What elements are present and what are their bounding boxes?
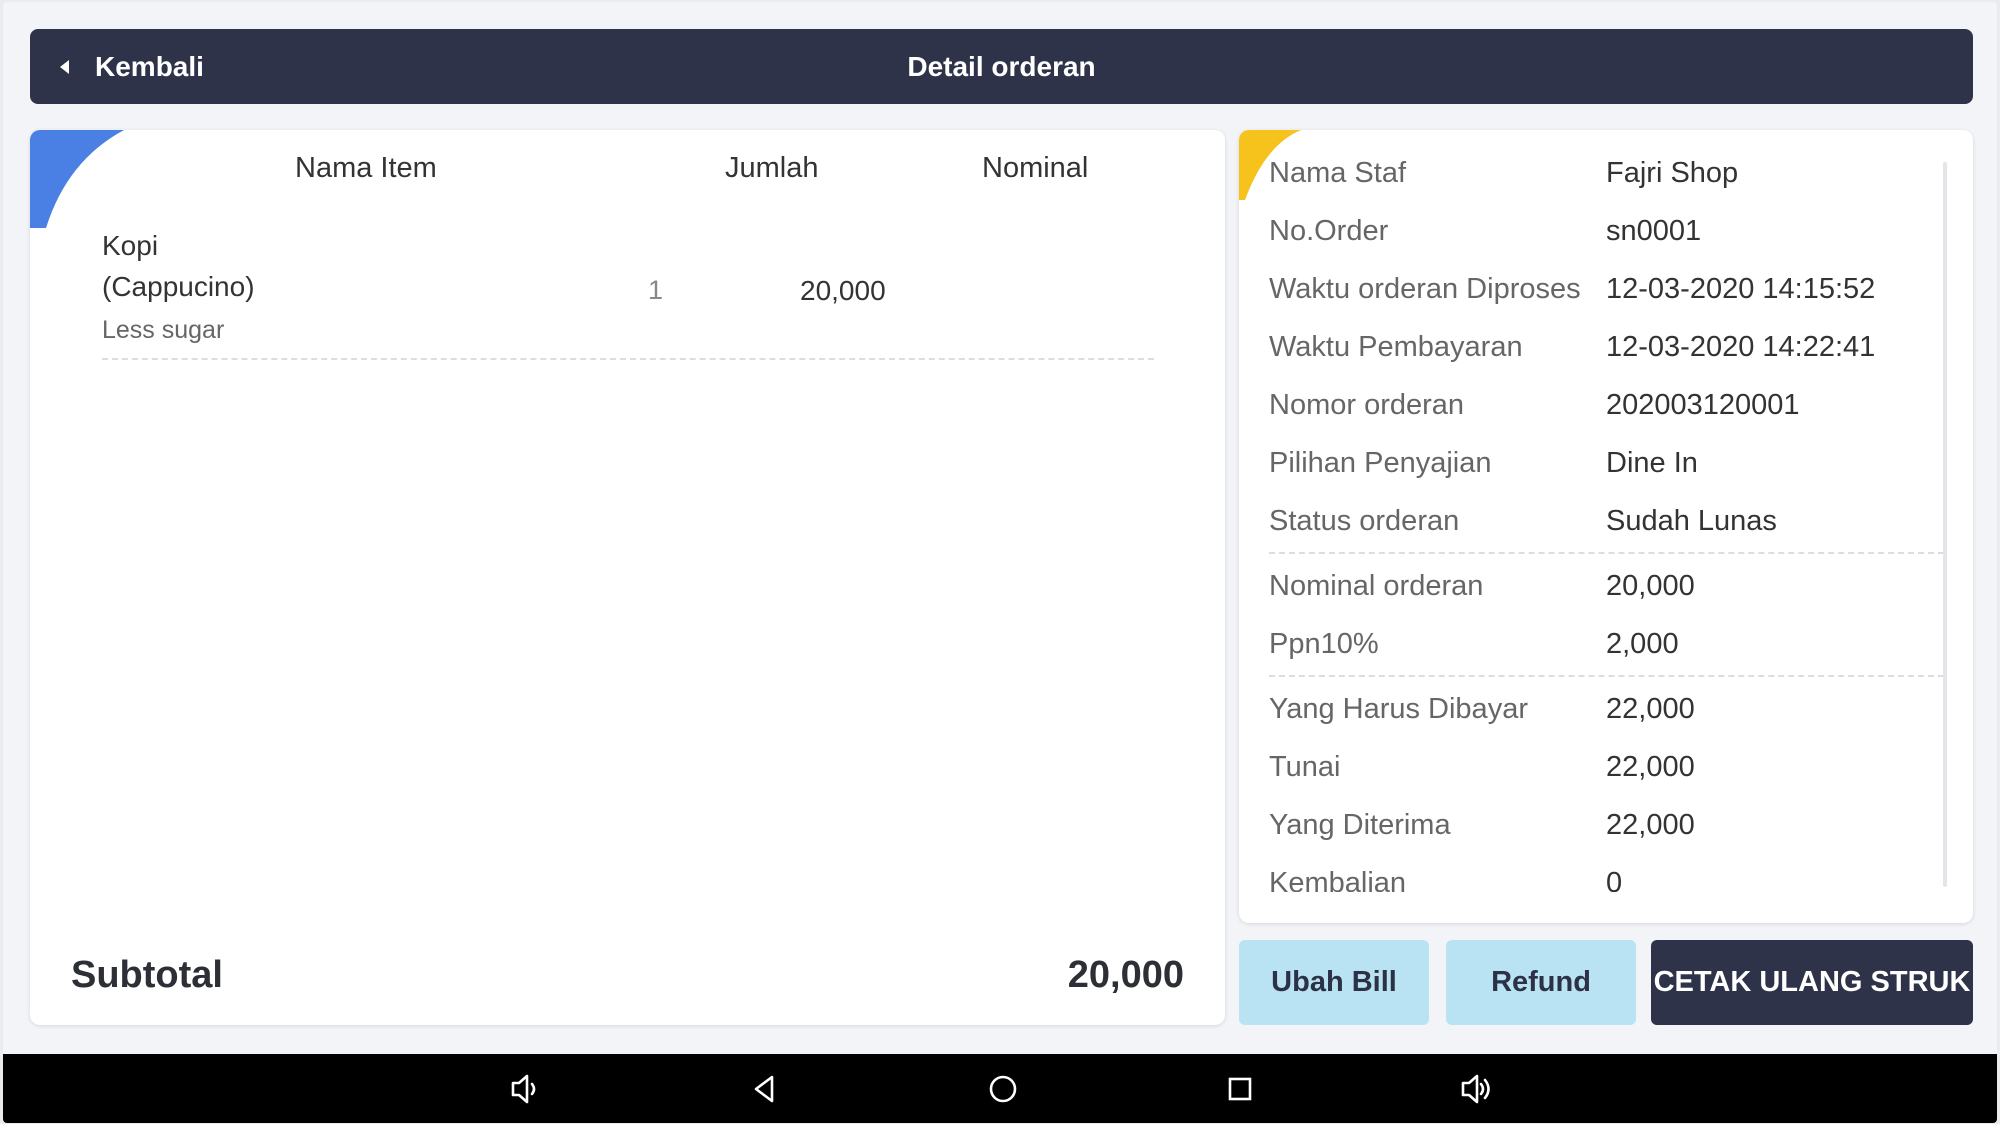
app-screen: Kembali Detail orderan Nama Item Jumlah … xyxy=(3,2,1997,1123)
info-key: Yang Diterima xyxy=(1269,809,1451,841)
order-item-row[interactable]: Kopi (Cappucino) Less sugar 1 20,000 xyxy=(102,225,1154,360)
info-key: Nominal orderan xyxy=(1269,570,1484,602)
back-icon[interactable] xyxy=(748,1071,784,1107)
info-value: 12-03-2020 14:15:52 xyxy=(1606,273,1876,305)
info-row-order-amount: Nominal orderan 20,000 xyxy=(1269,557,1944,615)
recents-icon[interactable] xyxy=(1222,1071,1258,1107)
edit-bill-button[interactable]: Ubah Bill xyxy=(1239,940,1429,1025)
info-key: Kembalian xyxy=(1269,867,1407,892)
order-items-card: Nama Item Jumlah Nominal Kopi (Cappucino… xyxy=(30,130,1225,1025)
info-key: Waktu Pembayaran xyxy=(1269,331,1523,363)
home-icon[interactable] xyxy=(985,1071,1021,1107)
info-row-received: Yang Diterima 22,000 xyxy=(1269,796,1944,854)
info-row-tax: Ppn10% 2,000 xyxy=(1269,615,1944,673)
info-value: 0 xyxy=(1606,867,1623,892)
info-value: Fajri Shop xyxy=(1606,157,1739,189)
info-value: 202003120001 xyxy=(1606,389,1800,421)
info-key: Tunai xyxy=(1269,751,1341,783)
item-note: Less sugar xyxy=(102,316,225,344)
info-value: sn0001 xyxy=(1606,215,1702,247)
info-value: 22,000 xyxy=(1606,809,1695,841)
divider xyxy=(1269,675,1944,677)
info-key: Status orderan xyxy=(1269,505,1460,537)
top-bar: Kembali Detail orderan xyxy=(30,29,1973,104)
page-title: Detail orderan xyxy=(907,51,1096,82)
info-row-amount-due: Yang Harus Dibayar 22,000 xyxy=(1269,680,1944,738)
volume-up-icon[interactable] xyxy=(1459,1071,1495,1107)
info-row-change: Kembalian 0 xyxy=(1269,854,1944,892)
info-value: 2,000 xyxy=(1606,628,1679,660)
divider xyxy=(1269,552,1944,554)
info-row-serving-option: Pilihan Penyajian Dine In xyxy=(1269,434,1944,492)
info-value: Dine In xyxy=(1606,447,1698,479)
info-row-order-number: Nomor orderan 202003120001 xyxy=(1269,376,1944,434)
column-header-quantity: Jumlah xyxy=(725,152,819,184)
column-header-item-name: Nama Item xyxy=(295,152,437,184)
info-value: 22,000 xyxy=(1606,693,1695,725)
item-quantity: 1 xyxy=(648,275,664,305)
info-row-payment-time: Waktu Pembayaran 12-03-2020 14:22:41 xyxy=(1269,318,1944,376)
info-key: Nama Staf xyxy=(1269,157,1406,189)
item-nominal: 20,000 xyxy=(800,275,886,306)
android-nav-bar xyxy=(3,1054,1997,1123)
info-row-staff: Nama Staf Fajri Shop xyxy=(1269,144,1944,202)
item-name: Kopi (Cappucino) xyxy=(102,230,255,302)
subtotal-label: Subtotal xyxy=(71,954,223,996)
info-row-order-status: Status orderan Sudah Lunas xyxy=(1269,492,1944,550)
corner-decoration-blue xyxy=(30,130,125,228)
info-key: Nomor orderan xyxy=(1269,389,1465,421)
info-row-process-time: Waktu orderan Diproses 12-03-2020 14:15:… xyxy=(1269,260,1944,318)
info-row-cash: Tunai 22,000 xyxy=(1269,738,1944,796)
info-key: Waktu orderan Diproses xyxy=(1269,273,1581,305)
info-key: Yang Harus Dibayar xyxy=(1269,693,1528,725)
info-value: 22,000 xyxy=(1606,751,1695,783)
info-key: Pilihan Penyajian xyxy=(1269,447,1492,479)
volume-down-icon[interactable] xyxy=(508,1071,544,1107)
order-info-list[interactable]: Nama Staf Fajri Shop No.Order sn0001 Wak… xyxy=(1269,130,1944,892)
info-key: Ppn10% xyxy=(1269,628,1379,660)
column-header-nominal: Nominal xyxy=(982,152,1089,184)
info-key: No.Order xyxy=(1269,215,1389,247)
reprint-receipt-button[interactable]: CETAK ULANG STRUK xyxy=(1651,940,1973,1025)
info-value: 12-03-2020 14:22:41 xyxy=(1606,331,1876,363)
info-row-order-no: No.Order sn0001 xyxy=(1269,202,1944,260)
info-value: 20,000 xyxy=(1606,570,1695,602)
info-value: Sudah Lunas xyxy=(1606,505,1777,537)
subtotal-value: 20,000 xyxy=(1067,954,1184,996)
order-details-card: Nama Staf Fajri Shop No.Order sn0001 Wak… xyxy=(1239,130,1973,923)
refund-button[interactable]: Refund xyxy=(1446,940,1636,1025)
scrollbar[interactable] xyxy=(1943,162,1947,887)
